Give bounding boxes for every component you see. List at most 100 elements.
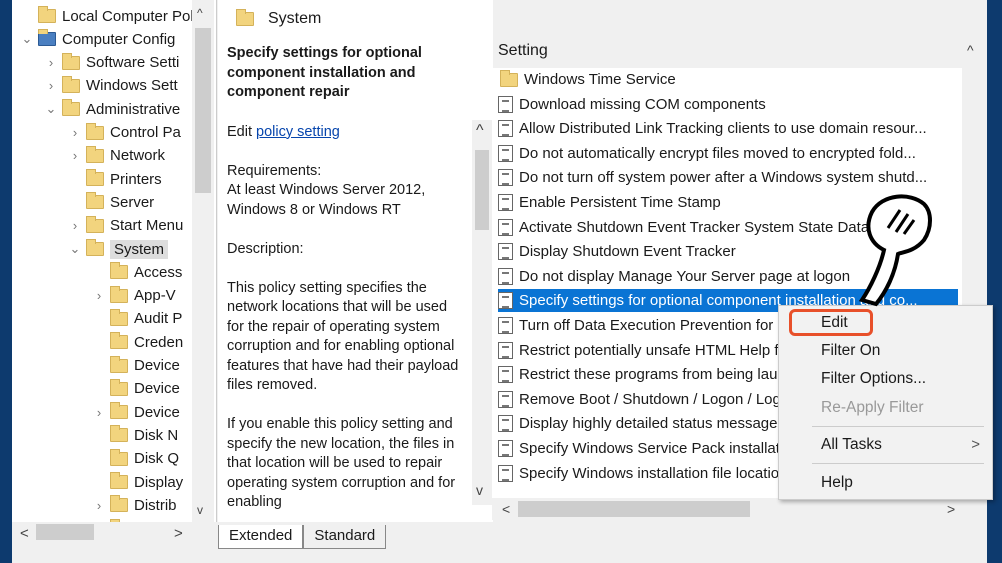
list-item[interactable]: Download missing COM components [498, 93, 958, 116]
tree-item[interactable]: › Start Menu [68, 215, 183, 237]
tree-item[interactable]: Audit P [92, 308, 182, 330]
tree-item[interactable]: Device [92, 378, 180, 400]
chevron-right-icon[interactable]: › [68, 125, 82, 140]
tree-item[interactable]: › Distrib [92, 494, 177, 516]
scroll-down-icon[interactable]: v [197, 503, 203, 517]
policy-setting-icon [498, 390, 513, 408]
chevron-right-icon[interactable]: › [92, 498, 106, 513]
scroll-down-icon[interactable]: v [476, 482, 483, 498]
menu-item-help[interactable]: Help [821, 474, 853, 492]
tree-item[interactable]: Disk N [92, 424, 178, 446]
tree-item[interactable]: › Control Pa [68, 122, 181, 144]
policy-setting-icon [498, 194, 513, 211]
chevron-right-icon[interactable]: › [44, 55, 58, 70]
scroll-left-icon[interactable]: < [20, 525, 29, 542]
description-pane: System Specify settings for optional com… [218, 0, 493, 522]
pane-header: System [218, 0, 493, 38]
chevron-right-icon[interactable]: › [92, 405, 106, 420]
folder-icon [86, 169, 104, 187]
folder-icon [236, 9, 254, 26]
folder-icon [86, 145, 104, 163]
tree-item[interactable]: Printers [68, 168, 162, 190]
folder-icon [110, 378, 128, 396]
folder-icon [110, 308, 128, 326]
edit-label: Edit [227, 123, 257, 140]
chevron-right-icon[interactable]: › [68, 218, 82, 233]
policy-setting-icon [498, 440, 513, 457]
tree-item[interactable]: ⌄ Computer Config [20, 28, 175, 50]
folder-icon [86, 122, 104, 140]
chevron-down-icon[interactable]: ⌄ [44, 101, 58, 117]
tree-item-label: Audit P [134, 310, 183, 328]
folder-icon [110, 355, 128, 373]
list-hscroll-thumb[interactable] [518, 501, 750, 517]
chevron-right-icon[interactable]: › [68, 148, 82, 163]
computer-icon [38, 29, 56, 47]
tree-item[interactable]: › Software Setti [44, 52, 179, 74]
tree-horizontal-scrollbar[interactable]: < > [12, 522, 217, 544]
policy-setting-icon [498, 267, 513, 285]
menu-item-filter-on[interactable]: Filter On [821, 342, 880, 360]
policy-setting-icon [498, 317, 513, 334]
list-item[interactable]: Do not automatically encrypt files moved… [498, 142, 958, 165]
policy-setting-icon [498, 366, 513, 384]
list-item-label: Do not display Manage Your Server page a… [519, 267, 851, 285]
folder-icon [62, 75, 80, 93]
folder-icon [500, 69, 518, 87]
tree-item[interactable]: › Device [92, 401, 180, 423]
list-item[interactable]: Do not turn off system power after a Win… [498, 166, 958, 189]
scroll-up-icon[interactable]: ^ [197, 6, 203, 20]
chevron-down-icon[interactable]: ⌄ [20, 31, 34, 47]
menu-item-filter-options[interactable]: Filter Options... [821, 370, 926, 388]
tree-item[interactable]: ⌄ System [68, 238, 169, 260]
policy-title: Specify settings for optional component … [227, 45, 422, 100]
menu-item-reapply-filter: Re-Apply Filter [821, 399, 924, 416]
menu-item-edit[interactable]: Edit [821, 314, 848, 332]
policy-setting-icon [498, 144, 513, 162]
description-scroll-thumb[interactable] [475, 150, 489, 230]
tree-item-label: Device [134, 403, 180, 421]
tree-item-label: Control Pa [110, 124, 181, 141]
view-tabs: Extended Standard [218, 525, 387, 549]
policy-setting-icon [498, 218, 513, 236]
scroll-left-icon[interactable]: < [502, 501, 510, 517]
tree-item-label: Server [110, 193, 155, 211]
list-item[interactable]: Allow Distributed Link Tracking clients … [498, 117, 958, 140]
tree-item[interactable]: Local Computer Polic [20, 5, 205, 27]
chevron-right-icon[interactable]: › [92, 288, 106, 303]
folder-icon [86, 192, 104, 210]
tree-item[interactable]: Device [92, 355, 180, 377]
tree-item[interactable]: Display [92, 471, 183, 493]
tab-standard[interactable]: Standard [303, 525, 387, 549]
tree-item-label: Computer Config [62, 30, 176, 48]
description-scrollbar[interactable]: ^ v [472, 120, 492, 505]
tree-item[interactable]: › Windows Sett [44, 75, 178, 97]
tree-vertical-scrollbar[interactable]: ^ v [192, 0, 214, 522]
column-header-setting[interactable]: Setting [498, 42, 548, 60]
scroll-up-icon[interactable]: ^ [476, 122, 484, 140]
policy-setting-icon [498, 120, 513, 138]
tree-item[interactable]: ⌄ Administrative [44, 98, 180, 120]
tree-item[interactable]: Disk Q [92, 448, 179, 470]
tree-item[interactable]: Server [68, 191, 154, 213]
tab-extended[interactable]: Extended [218, 525, 304, 549]
scroll-up-icon[interactable]: ^ [967, 42, 974, 58]
tree-item-label: Start Menu [110, 217, 184, 235]
scroll-right-icon[interactable]: > [174, 525, 183, 542]
list-item[interactable]: Windows Time Service [498, 68, 958, 91]
tree-item-label: Network [110, 147, 166, 165]
tree-item[interactable]: Creden [92, 331, 183, 353]
tree-item[interactable]: Access [92, 261, 182, 283]
scroll-right-icon[interactable]: > [947, 501, 955, 517]
chevron-down-icon[interactable]: ⌄ [68, 241, 82, 257]
tree-item-label: Display [134, 473, 184, 491]
menu-item-all-tasks[interactable]: All Tasks [821, 436, 882, 454]
edit-policy-link[interactable]: policy setting [256, 124, 340, 140]
tree-item[interactable]: › App-V [92, 285, 176, 307]
chevron-right-icon[interactable]: › [44, 78, 58, 93]
tree-scroll-thumb[interactable] [195, 28, 211, 193]
list-horizontal-scrollbar[interactable]: < > [492, 498, 962, 520]
tree-item[interactable]: › Network [68, 145, 165, 167]
tree-hscroll-thumb[interactable] [36, 524, 94, 540]
tree-item-label: Access [134, 263, 183, 281]
